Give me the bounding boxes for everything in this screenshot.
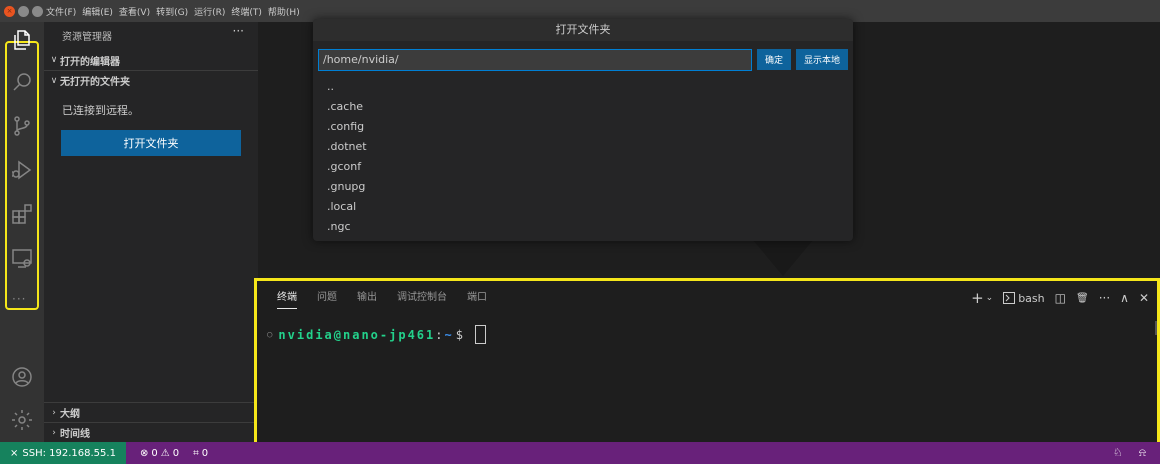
notifications-bell-icon[interactable]: ⍾ <box>1139 446 1146 460</box>
folder-item[interactable]: .ngc <box>327 217 367 237</box>
search-icon[interactable] <box>9 69 35 95</box>
shell-label: bash <box>1018 291 1045 305</box>
remote-icon: ⨯ <box>10 447 19 459</box>
folder-item[interactable]: .dotnet <box>327 137 367 157</box>
chevron-down-icon[interactable]: ⌄ <box>986 293 994 303</box>
folder-item[interactable]: .gconf <box>327 157 367 177</box>
chevron-right-icon: › <box>52 407 56 418</box>
section-open-editors[interactable]: ∨ 打开的编辑器 <box>44 50 258 70</box>
tab-output[interactable]: 输出 <box>357 289 377 309</box>
warning-count: 0 <box>172 447 180 459</box>
tab-terminal[interactable]: 终端 <box>277 289 297 309</box>
terminal-path: ~ <box>444 327 452 342</box>
open-folder-dialog: 打开文件夹 /home/nvidia/ 确定 显示本地 .. .cache .c… <box>313 19 853 241</box>
chevron-down-icon: ∨ <box>50 75 58 86</box>
error-count: 0 <box>151 447 158 459</box>
connected-remote-text: 已连接到远程。 <box>62 104 139 117</box>
terminal-user-host: nvidia@nano-jp461 <box>278 327 436 342</box>
chevron-right-icon: › <box>52 427 56 438</box>
tab-debug-console[interactable]: 调试控制台 <box>397 289 447 309</box>
show-local-button[interactable]: 显示本地 <box>796 49 848 70</box>
menu-file[interactable]: 文件(F) <box>46 5 76 18</box>
folder-item[interactable]: .local <box>327 197 367 217</box>
tab-problems[interactable]: 问题 <box>317 289 337 309</box>
close-panel-icon[interactable]: ✕ <box>1139 291 1149 305</box>
section-outline[interactable]: › 大纲 <box>44 402 258 422</box>
prompt-decoration-icon: ○ <box>267 329 273 340</box>
folder-item[interactable]: .gnupg <box>327 177 367 197</box>
warning-icon: ⚠ <box>160 447 170 459</box>
section-timeline[interactable]: › 时间线 <box>44 422 258 442</box>
more-views-icon[interactable]: ··· <box>12 292 26 306</box>
menu-run[interactable]: 运行(R) <box>194 5 225 18</box>
ports-count: 0 <box>201 447 209 459</box>
terminal-icon <box>1003 292 1016 304</box>
source-control-icon[interactable] <box>9 113 35 139</box>
menu-go[interactable]: 转到(G) <box>156 5 188 18</box>
problems-status[interactable]: ⊗ 0 ⚠ 0 <box>140 448 179 459</box>
explorer-sidebar: 资源管理器 ··· ∨ 打开的编辑器 ∨ 无打开的文件夹 已连接到远程。 打开文… <box>44 22 258 442</box>
section-no-folder[interactable]: ∨ 无打开的文件夹 <box>44 70 258 90</box>
ports-status[interactable]: ⌗ 0 <box>193 448 208 459</box>
accounts-icon[interactable]: ♘ <box>1113 446 1123 460</box>
new-terminal-icon[interactable]: + <box>971 289 984 307</box>
menu-terminal[interactable]: 终端(T) <box>231 5 262 18</box>
sidebar-title: 资源管理器 <box>62 32 112 43</box>
remote-label: SSH: 192.168.55.1 <box>22 447 116 459</box>
status-right: ♘ ⍾ <box>1113 446 1146 460</box>
window-minimize-button[interactable] <box>18 5 29 17</box>
section-timeline-label: 时间线 <box>60 429 90 440</box>
explorer-icon[interactable] <box>9 27 35 53</box>
chevron-right-icon: ∨ <box>50 55 58 65</box>
sidebar-more-icon[interactable]: ··· <box>233 24 244 38</box>
more-actions-icon[interactable]: ··· <box>1099 291 1110 305</box>
section-no-folder-label: 无打开的文件夹 <box>60 77 130 88</box>
trash-icon[interactable]: 🗑 <box>1076 293 1089 304</box>
terminal-scrollbar[interactable] <box>1155 321 1157 335</box>
section-outline-label: 大纲 <box>60 409 80 420</box>
terminal-cursor <box>474 325 486 344</box>
activity-bar: ··· <box>0 22 44 442</box>
extensions-icon[interactable] <box>9 201 35 227</box>
ok-button[interactable]: 确定 <box>757 49 791 70</box>
panel-actions: + ⌄ bash ◫ 🗑 ··· ∧ ✕ <box>971 289 1149 307</box>
status-bar: ⨯ SSH: 192.168.55.1 ⊗ 0 ⚠ 0 ⌗ 0 ♘ ⍾ <box>0 442 1160 464</box>
open-folder-button[interactable]: 打开文件夹 <box>61 130 241 156</box>
folder-item[interactable]: .cache <box>327 97 367 117</box>
run-debug-icon[interactable] <box>9 157 35 183</box>
remote-indicator[interactable]: ⨯ SSH: 192.168.55.1 <box>0 442 126 464</box>
section-open-editors-label: 打开的编辑器 <box>60 56 120 68</box>
remote-explorer-icon[interactable] <box>9 245 35 271</box>
folder-path-input[interactable]: /home/nvidia/ <box>318 49 752 71</box>
folder-list: .. .cache .config .dotnet .gconf .gnupg … <box>327 77 367 237</box>
maximize-panel-icon[interactable]: ∧ <box>1120 291 1129 305</box>
window-maximize-button[interactable] <box>32 5 43 17</box>
terminal-colon: : <box>435 327 443 342</box>
vscode-window: × 文件(F) 编辑(E) 查看(V) 转到(G) 运行(R) 终端(T) 帮助… <box>0 0 1160 464</box>
split-terminal-icon[interactable]: ◫ <box>1055 291 1066 305</box>
folder-item[interactable]: .config <box>327 117 367 137</box>
folder-item[interactable]: .. <box>327 77 367 97</box>
error-icon: ⊗ <box>139 447 149 459</box>
menu-edit[interactable]: 编辑(E) <box>82 5 113 18</box>
settings-gear-icon[interactable] <box>9 407 35 433</box>
tab-ports[interactable]: 端口 <box>467 289 487 309</box>
ports-icon: ⌗ <box>193 447 199 459</box>
dialog-title: 打开文件夹 <box>313 19 853 41</box>
panel-tabs: 终端 问题 输出 调试控制台 端口 <box>277 289 507 309</box>
terminal-shell-selector[interactable]: bash <box>1003 291 1045 305</box>
menu-view[interactable]: 查看(V) <box>119 5 150 18</box>
menu-help[interactable]: 帮助(H) <box>268 5 300 18</box>
window-controls: × <box>0 5 46 17</box>
terminal-prompt[interactable]: ○ nvidia@nano-jp461 : ~ $ <box>267 325 486 344</box>
terminal-prompt-symbol: $ <box>455 327 463 342</box>
account-icon[interactable] <box>9 364 35 390</box>
window-close-button[interactable]: × <box>4 5 15 17</box>
terminal-panel: 终端 问题 输出 调试控制台 端口 + ⌄ bash ◫ 🗑 ··· ∧ ✕ ○… <box>254 278 1160 446</box>
